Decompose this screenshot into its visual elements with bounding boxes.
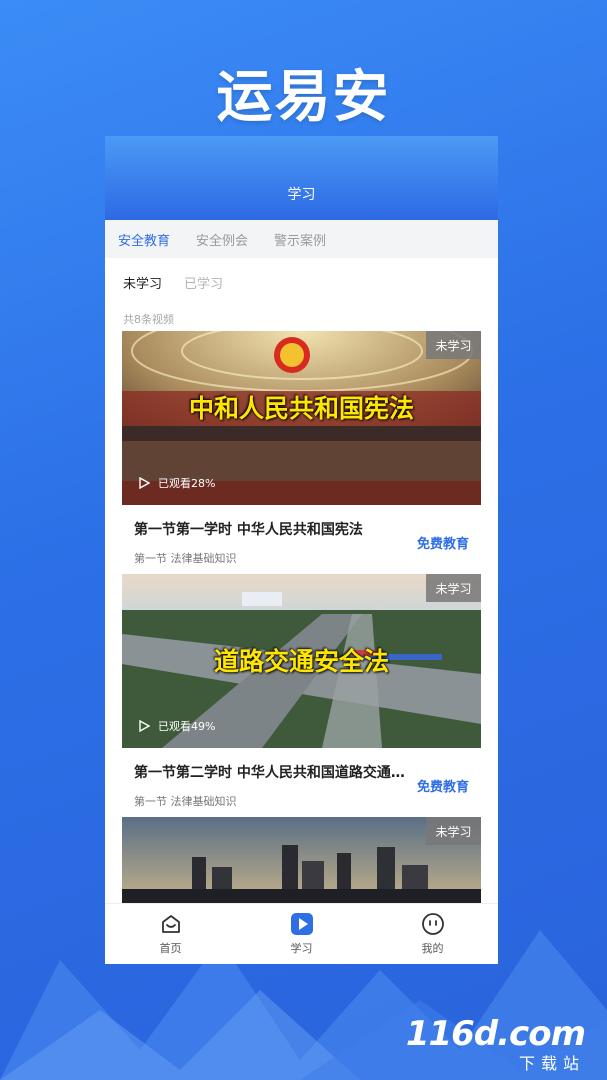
page-title: 学习	[287, 187, 316, 203]
home-icon	[161, 915, 180, 933]
thumbnail-title: 中和人民共和国宪法	[188, 394, 414, 423]
category-tabs: 安全教育 安全例会 警示案例	[105, 220, 498, 258]
nav-study[interactable]: 学习	[236, 904, 367, 964]
thumbnail-title: 道路交通安全法	[213, 647, 389, 676]
video-thumbnail[interactable]: 未学习 中和人民共和国宪法 已观看28%	[122, 331, 481, 505]
free-education-tag[interactable]: 免费教育	[417, 533, 469, 552]
video-info: 第一节第二学时 中华人民共和国道路交通安全法 第一节 法律基础知识 免费教育	[122, 748, 481, 817]
phone-screen: 学习 安全教育 安全例会 警示案例 未学习 已学习 共8条视频 未学习 中和人民…	[105, 136, 498, 964]
nav-home-label: 首页	[159, 942, 182, 955]
nav-home[interactable]: 首页	[105, 904, 236, 964]
video-subtitle: 第一节 法律基础知识	[134, 552, 237, 565]
nav-profile[interactable]: 我的	[367, 904, 498, 964]
video-card[interactable]: 未学习	[122, 817, 481, 907]
tab-safety-meeting[interactable]: 安全例会	[196, 230, 248, 249]
status-badge: 未学习	[426, 331, 481, 359]
study-status-tabs: 未学习 已学习	[105, 258, 498, 299]
play-icon	[139, 720, 150, 732]
nav-study-label: 学习	[290, 942, 313, 955]
tab-not-studied[interactable]: 未学习	[123, 273, 162, 299]
video-title[interactable]: 第一节第二学时 中华人民共和国道路交通安全法	[134, 762, 414, 782]
tab-safety-education[interactable]: 安全教育	[118, 230, 170, 249]
bottom-navigation: 首页 学习 我的	[105, 903, 498, 964]
watch-progress-text: 已观看28%	[158, 477, 216, 490]
tab-warning-cases[interactable]: 警示案例	[274, 230, 326, 249]
header: 学习	[105, 136, 498, 220]
video-title[interactable]: 第一节第一学时 中华人民共和国宪法	[134, 519, 414, 539]
watermark: 116d.com 下载站	[405, 1014, 586, 1073]
watch-progress-text: 已观看49%	[158, 720, 216, 733]
nav-profile-label: 我的	[421, 942, 444, 955]
video-thumbnail[interactable]: 未学习 道路交通安全法 已观看49%	[122, 574, 481, 748]
video-count: 共8条视频	[123, 313, 174, 326]
profile-icon	[421, 913, 444, 935]
video-card[interactable]: 未学习 道路交通安全法 已观看49% 第一节第二学时 中华人民共和国道路交通安全…	[122, 574, 481, 817]
watch-progress: 已观看49%	[138, 718, 215, 734]
play-icon	[139, 477, 150, 489]
watermark-sub: 下载站	[518, 1054, 585, 1073]
video-thumbnail[interactable]: 未学习	[122, 817, 481, 907]
app-title: 运易安	[216, 65, 391, 130]
watermark-logo: 116d.com	[405, 1014, 586, 1054]
tab-studied[interactable]: 已学习	[184, 273, 223, 299]
free-education-tag[interactable]: 免费教育	[417, 776, 469, 795]
video-subtitle: 第一节 法律基础知识	[134, 795, 237, 808]
status-badge: 未学习	[426, 574, 481, 602]
video-card[interactable]: 未学习 中和人民共和国宪法 已观看28% 第一节第一学时 中华人民共和国宪法 第…	[122, 331, 481, 574]
play-icon	[290, 913, 313, 935]
watch-progress: 已观看28%	[138, 475, 215, 491]
status-badge: 未学习	[426, 817, 481, 845]
video-info: 第一节第一学时 中华人民共和国宪法 第一节 法律基础知识 免费教育	[122, 505, 481, 574]
